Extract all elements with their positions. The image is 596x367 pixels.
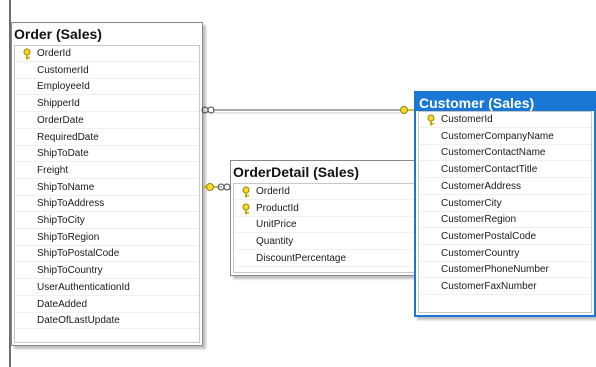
many-end-infinity-icon — [201, 106, 215, 114]
one-end-key-icon — [203, 183, 217, 191]
relationship-lines — [201, 106, 414, 191]
one-end-key-icon — [400, 106, 414, 114]
relationship-orderdetail-order[interactable] — [203, 183, 231, 191]
relationship-order-customer[interactable] — [201, 106, 414, 114]
